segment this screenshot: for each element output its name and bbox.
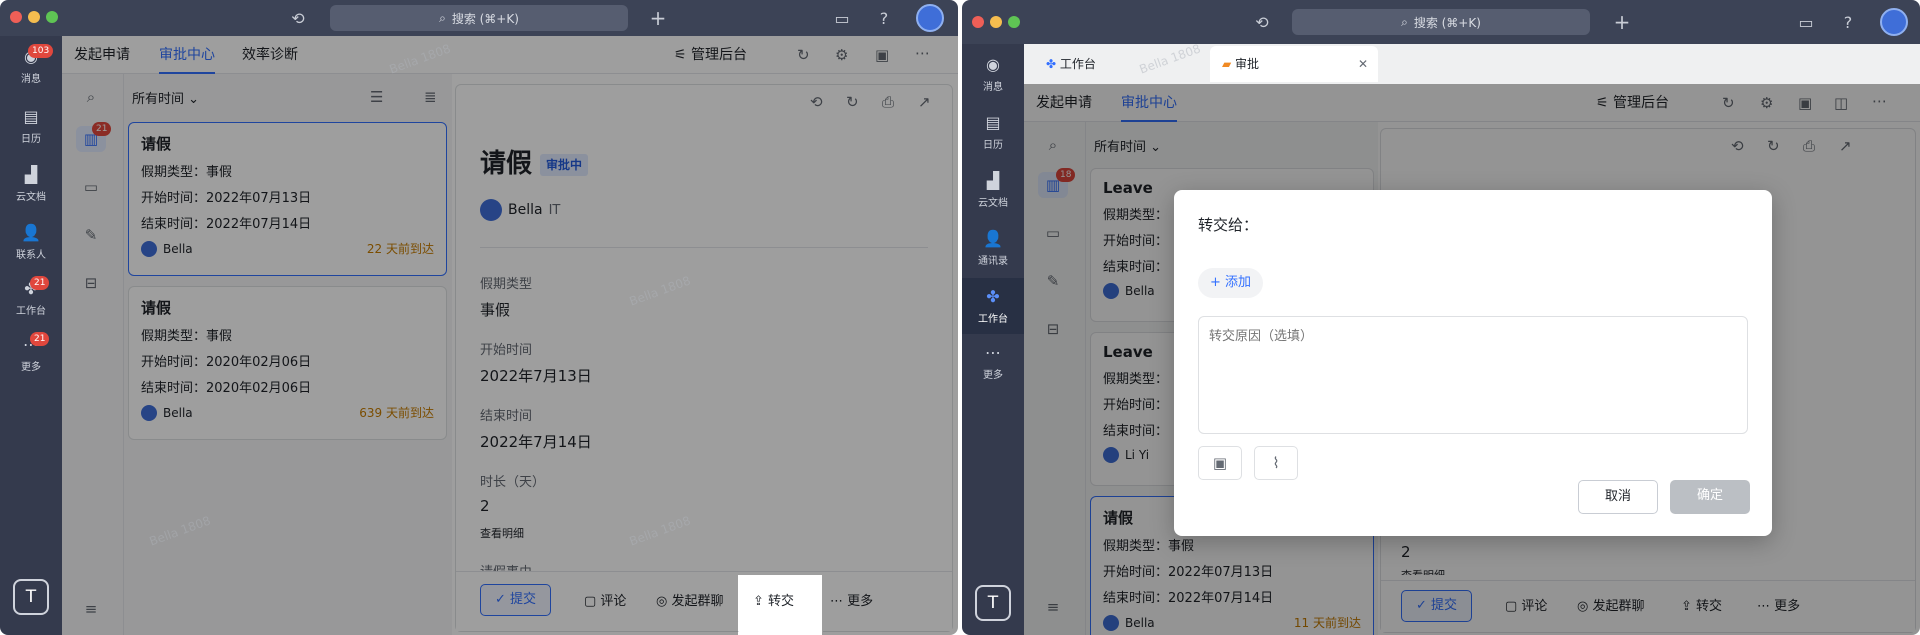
title-bar: ⟲ ⌕ 搜索 (⌘+K) + ▭ ? — [0, 0, 958, 36]
avatar[interactable] — [1880, 8, 1908, 36]
maximize-window-button[interactable] — [46, 11, 58, 23]
rail-item-messages[interactable]: ◉ 消息 — [962, 55, 1024, 94]
doc-tab-label: 工作台 — [1059, 57, 1096, 71]
rail-label: 工作台 — [978, 314, 1008, 325]
doc-tab-workplace[interactable]: ✤ 工作台 — [1034, 46, 1206, 82]
add-icon[interactable]: + — [1612, 10, 1632, 34]
contacts-icon: 👤 — [983, 229, 1003, 248]
rail-item-messages[interactable]: ◉消息 103 — [0, 44, 62, 85]
search-placeholder: 搜索 (⌘+K) — [451, 11, 519, 26]
add-label: 添加 — [1225, 275, 1252, 290]
rail-item-calendar[interactable]: ▤ 日历 — [0, 107, 62, 146]
rail-item-docs[interactable]: ▟ 云文档 — [0, 165, 62, 204]
rail-item-more[interactable]: ⋯ 更多 — [962, 343, 1024, 382]
calendar-icon: ▤ — [23, 107, 39, 126]
overlay — [822, 575, 958, 635]
history-icon[interactable]: ⟲ — [288, 8, 308, 28]
rail-item-contacts[interactable]: 👤 联系人 — [0, 223, 62, 262]
help-icon[interactable]: ? — [1838, 12, 1858, 32]
rail-label: 更多 — [983, 370, 1003, 381]
nav-rail: ◉ 消息 ▤ 日历 ▟ 云文档 👤 通讯录 ✤ 工作台 ⋯ 更多 T — [962, 44, 1024, 635]
doc-tab-bar: ✤ 工作台 ▰ 审批 ✕ — [1024, 44, 1920, 84]
doc-icon: ▟ — [986, 171, 1000, 190]
rail-label: 日历 — [983, 140, 1003, 151]
avatar[interactable] — [916, 4, 944, 32]
close-icon[interactable]: ✕ — [1358, 46, 1368, 82]
approval-app-icon: ▰ — [1222, 57, 1236, 71]
rail-label: 联系人 — [16, 250, 46, 261]
doc-tab-label: 审批 — [1235, 57, 1260, 71]
screen-share-icon[interactable]: ▭ — [1796, 12, 1816, 32]
doc-icon: ▟ — [24, 165, 38, 184]
screen-share-icon[interactable]: ▭ — [832, 8, 852, 28]
more-icon: ⋯ — [985, 343, 1001, 362]
contacts-icon: 👤 — [21, 223, 41, 242]
search-icon: ⌕ — [439, 10, 446, 25]
apps-icon: ✤ — [1046, 57, 1060, 71]
minimize-window-button[interactable] — [28, 11, 40, 23]
search-placeholder: 搜索 (⌘+K) — [1413, 15, 1481, 30]
apps-icon: ✤ — [986, 287, 1000, 306]
left-window: ⟲ ⌕ 搜索 (⌘+K) + ▭ ? ◉消息 103 ▤ 日历 ▟ 云文档 👤 联系人… — [0, 0, 958, 635]
unread-badge: 21 — [30, 332, 50, 346]
dialog-title: 转交给： — [1198, 216, 1259, 234]
rail-label: 云文档 — [978, 198, 1008, 209]
rail-label: 工作台 — [16, 306, 46, 317]
rail-label: 通讯录 — [978, 256, 1008, 267]
overlay — [62, 36, 958, 575]
add-assignee-button[interactable]: + 添加 — [1198, 268, 1264, 298]
rail-label: 云文档 — [16, 192, 46, 203]
rail-item-calendar[interactable]: ▤ 日历 — [962, 113, 1024, 152]
rail-label: 消息 — [983, 82, 1003, 93]
transfer-reason-textarea[interactable] — [1198, 316, 1748, 434]
rail-item-docs[interactable]: ▟ 云文档 — [962, 171, 1024, 210]
transfer-dialog: 转交给： + 添加 ▣ ⌇ 取消 确定 — [1174, 190, 1772, 536]
rail-item-more[interactable]: ⋯ 更多 21 — [0, 332, 62, 373]
workspace-switch-button[interactable]: T — [975, 585, 1011, 621]
transfer-label: 转交 — [768, 594, 795, 609]
image-upload-icon[interactable]: ▣ — [1198, 446, 1242, 480]
rail-item-workplace[interactable]: ✤ 工作台 — [962, 278, 1024, 334]
close-window-button[interactable] — [10, 11, 22, 23]
rail-item-contacts[interactable]: 👤 通讯录 — [962, 229, 1024, 268]
cancel-button[interactable]: 取消 — [1578, 480, 1658, 514]
help-icon[interactable]: ? — [874, 8, 894, 28]
transfer-button[interactable]: ⇪ 转交 — [739, 572, 823, 632]
right-window: ⟲ ⌕ 搜索 (⌘+K) + ▭ ? ◉ 消息 ▤ 日历 ▟ 云文档 👤 通讯录 ✤ 工作… — [962, 0, 1920, 635]
history-icon[interactable]: ⟲ — [1252, 12, 1272, 32]
close-window-button[interactable] — [972, 16, 984, 28]
rail-label: 消息 — [21, 74, 41, 85]
rail-item-workplace[interactable]: ✤ 工作台 21 — [0, 276, 62, 317]
minimize-window-button[interactable] — [990, 16, 1002, 28]
unread-badge: 21 — [30, 276, 50, 290]
rail-label: 更多 — [21, 362, 41, 373]
search-input[interactable]: ⌕ 搜索 (⌘+K) — [1292, 9, 1590, 35]
attachment-icon[interactable]: ⌇ — [1254, 446, 1298, 480]
search-icon: ⌕ — [1401, 14, 1408, 29]
maximize-window-button[interactable] — [1008, 16, 1020, 28]
doc-tab-approval[interactable]: ▰ 审批 ✕ — [1210, 46, 1378, 82]
unread-badge: 103 — [28, 44, 54, 58]
title-bar: ⟲ ⌕ 搜索 (⌘+K) + ▭ ? — [962, 0, 1920, 44]
add-icon[interactable]: + — [648, 6, 668, 30]
plus-icon: + — [1210, 275, 1226, 290]
transfer-icon: ⇪ — [753, 594, 769, 609]
confirm-button[interactable]: 确定 — [1670, 480, 1750, 514]
workspace-switch-button[interactable]: T — [13, 579, 49, 615]
calendar-icon: ▤ — [985, 113, 1001, 132]
nav-rail: ◉消息 103 ▤ 日历 ▟ 云文档 👤 联系人 ✤工作台 21 ⋯更多 21 T — [0, 36, 62, 635]
rail-label: 日历 — [21, 134, 41, 145]
search-input[interactable]: ⌕ 搜索 (⌘+K) — [330, 5, 628, 31]
chat-icon: ◉ — [986, 55, 1000, 74]
overlay — [62, 575, 738, 635]
